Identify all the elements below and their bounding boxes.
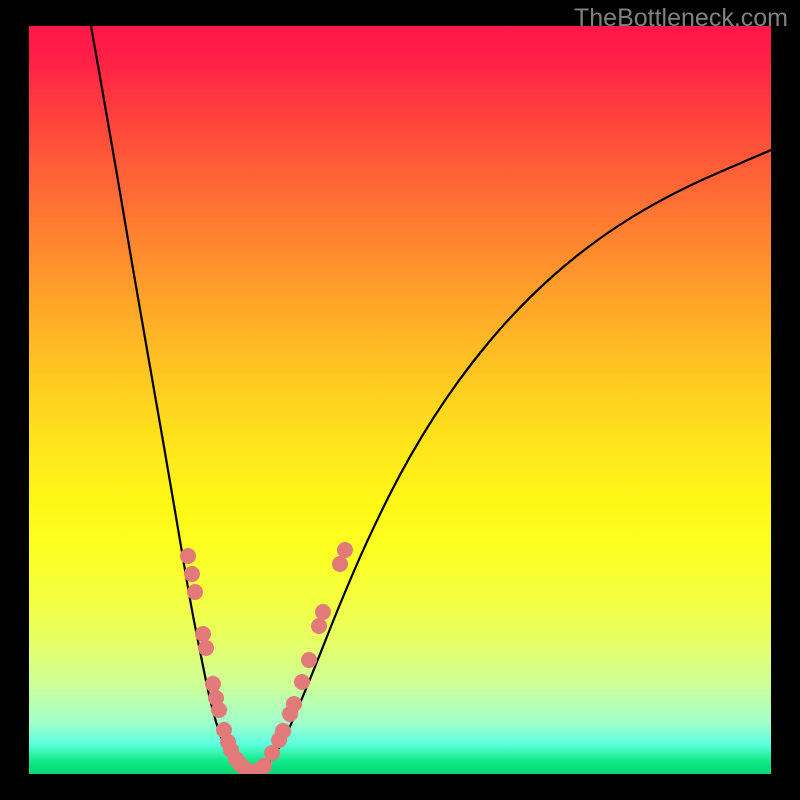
data-marker xyxy=(301,652,317,668)
bottleneck-curve-line xyxy=(91,26,771,773)
data-marker xyxy=(187,584,203,600)
data-marker xyxy=(180,548,196,564)
data-marker xyxy=(332,556,348,572)
data-marker xyxy=(195,626,211,642)
data-marker xyxy=(286,696,302,712)
data-marker xyxy=(294,674,310,690)
chart-svg xyxy=(29,26,771,774)
data-marker xyxy=(337,542,353,558)
data-marker xyxy=(311,618,327,634)
data-marker xyxy=(211,702,227,718)
data-marker xyxy=(198,640,214,656)
marker-group xyxy=(180,542,353,774)
watermark-text: TheBottleneck.com xyxy=(574,4,788,33)
data-marker xyxy=(275,723,291,739)
data-marker xyxy=(315,604,331,620)
data-marker xyxy=(205,676,221,692)
chart-plot-area xyxy=(29,26,771,774)
data-marker xyxy=(184,566,200,582)
